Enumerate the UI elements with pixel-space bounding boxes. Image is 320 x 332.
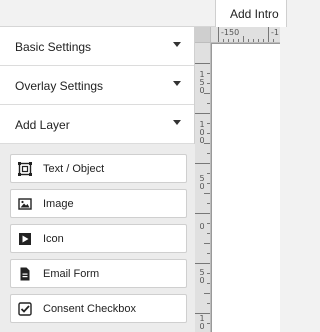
caret-down-icon xyxy=(173,81,181,86)
flag-icon xyxy=(19,233,31,245)
item-label: Email Form xyxy=(43,268,100,280)
document-icon xyxy=(20,267,30,281)
ruler-label: 100 xyxy=(199,120,205,145)
item-label: Consent Checkbox xyxy=(43,303,136,315)
top-bar: Add Intro xyxy=(0,0,287,27)
section-overlay-settings[interactable]: Overlay Settings xyxy=(0,66,194,105)
ruler-label: 0 xyxy=(199,222,205,231)
ruler-label: -1 xyxy=(271,28,279,37)
item-label: Icon xyxy=(43,233,64,245)
add-icon-button[interactable]: Icon xyxy=(10,224,187,253)
editor-canvas[interactable] xyxy=(211,43,280,332)
ruler-label: -150 xyxy=(221,28,240,37)
sidebar-panel: Basic Settings Overlay Settings Add Laye… xyxy=(0,27,195,332)
add-text-object-button[interactable]: Text / Object xyxy=(10,154,187,183)
add-consent-checkbox-button[interactable]: Consent Checkbox xyxy=(10,294,187,323)
ruler-label: 50 xyxy=(199,268,205,285)
section-label: Basic Settings xyxy=(15,40,92,54)
layer-items-list: Text / Object Image Icon Email Form Cons… xyxy=(0,144,195,332)
ruler-label: 10 xyxy=(199,314,205,331)
ruler-label: 150 xyxy=(199,70,205,95)
caret-down-icon xyxy=(173,120,181,125)
caret-down-icon xyxy=(173,42,181,47)
checkbox-icon xyxy=(18,302,32,316)
vertical-ruler: 150 100 50 0 50 10 xyxy=(195,43,211,332)
text-object-icon xyxy=(18,162,32,176)
ruler-corner xyxy=(195,27,211,43)
item-label: Image xyxy=(43,198,74,210)
add-email-form-button[interactable]: Email Form xyxy=(10,259,187,288)
tab-add-intro[interactable]: Add Intro xyxy=(215,0,287,27)
ruler-label: 50 xyxy=(199,174,205,191)
image-icon xyxy=(18,198,32,210)
section-label: Overlay Settings xyxy=(15,79,104,93)
section-basic-settings[interactable]: Basic Settings xyxy=(0,27,194,66)
add-image-button[interactable]: Image xyxy=(10,189,187,218)
item-label: Text / Object xyxy=(43,163,105,175)
section-add-layer[interactable]: Add Layer xyxy=(0,105,194,144)
section-label: Add Layer xyxy=(15,118,70,132)
